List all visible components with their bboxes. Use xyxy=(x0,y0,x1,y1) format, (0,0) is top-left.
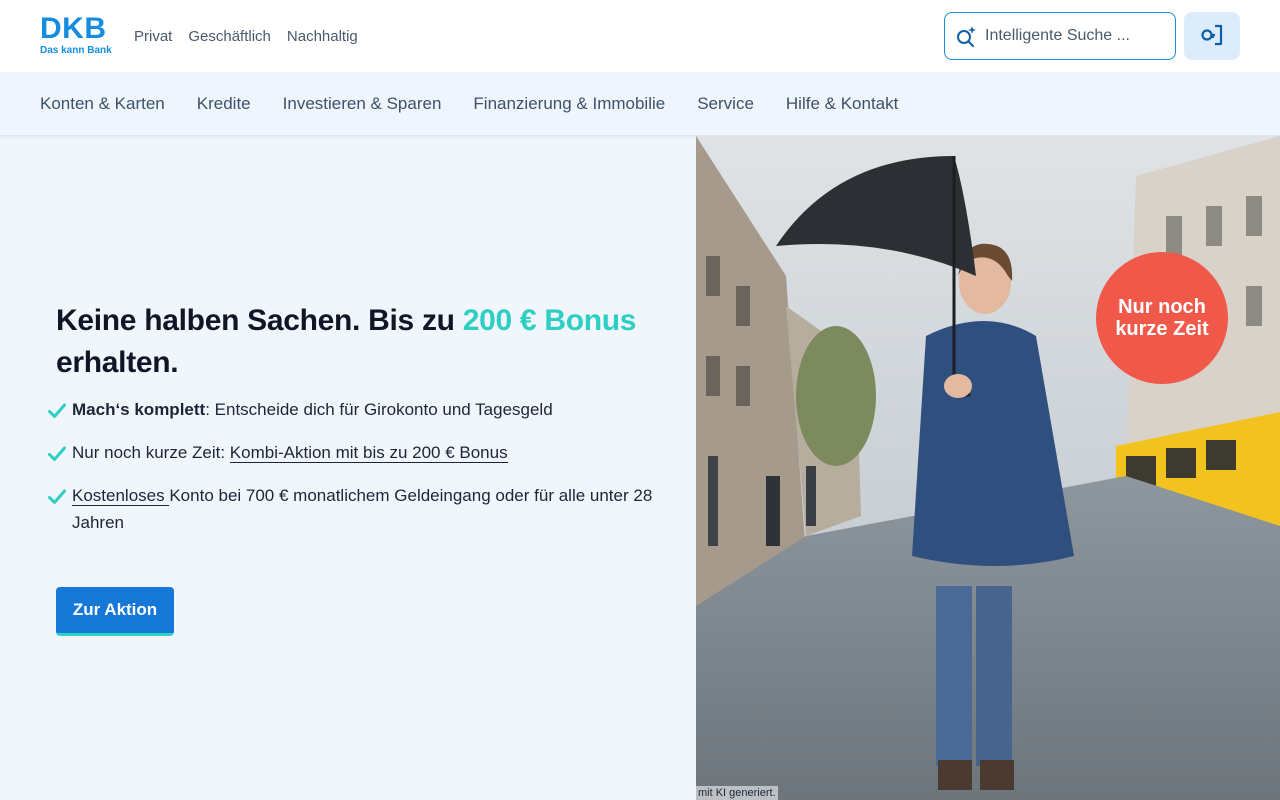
dkb-logo[interactable]: DKB Das kann Bank xyxy=(40,14,112,60)
segment-nachhaltig[interactable]: Nachhaltig xyxy=(287,27,358,47)
main-nav: Konten & Karten Kredite Investieren & Sp… xyxy=(0,72,1280,136)
nav-konten-karten[interactable]: Konten & Karten xyxy=(40,94,165,114)
list-item: Kostenloses Konto bei 700 € monatlichem … xyxy=(48,482,656,536)
nav-finanzierung-immobilie[interactable]: Finanzierung & Immobilie xyxy=(473,94,665,114)
check-icon xyxy=(48,486,66,504)
headline-text-end: erhalten. xyxy=(56,346,179,379)
zur-aktion-button[interactable]: Zur Aktion xyxy=(56,587,174,636)
check-icon xyxy=(48,443,66,461)
nav-hilfe-kontakt[interactable]: Hilfe & Kontakt xyxy=(786,94,898,114)
image-caption: mit KI generiert. xyxy=(696,786,778,800)
hero-headline: Keine halben Sachen. Bis zu 200 € Bonus … xyxy=(56,300,656,384)
badge-line-2: kurze Zeit xyxy=(1115,318,1209,340)
brand-name: DKB xyxy=(40,12,107,45)
badge-line-1: Nur noch xyxy=(1118,296,1206,318)
bullet-bold: Mach‘s komplett xyxy=(72,400,206,419)
list-item: Nur noch kurze Zeit: Kombi-Aktion mit bi… xyxy=(48,439,656,466)
segment-geschaeftlich[interactable]: Geschäftlich xyxy=(188,27,271,47)
nav-service[interactable]: Service xyxy=(697,94,754,114)
headline-accent: 200 € Bonus xyxy=(462,304,637,337)
headline-text: Keine halben Sachen. Bis zu xyxy=(56,304,463,337)
list-item: Mach‘s komplett: Entscheide dich für Gir… xyxy=(48,396,656,423)
search-input[interactable] xyxy=(985,27,1165,45)
sparkle-search-icon xyxy=(955,25,977,47)
nav-kredite[interactable]: Kredite xyxy=(197,94,251,114)
login-button[interactable] xyxy=(1184,12,1240,60)
top-header: DKB Das kann Bank Privat Geschäftlich Na… xyxy=(0,0,1280,72)
login-key-icon xyxy=(1199,22,1225,51)
bullet-text: Nur noch kurze Zeit: xyxy=(72,443,230,462)
brand-tagline: Das kann Bank xyxy=(40,45,112,56)
nav-investieren-sparen[interactable]: Investieren & Sparen xyxy=(283,94,442,114)
limited-time-badge: Nur noch kurze Zeit xyxy=(1096,252,1228,384)
check-icon xyxy=(48,400,66,418)
bullet-text: : Entscheide dich für Girokonto und Tage… xyxy=(205,400,553,419)
segment-nav: Privat Geschäftlich Nachhaltig xyxy=(134,27,358,47)
hero-image xyxy=(696,136,1280,800)
benefit-list: Mach‘s komplett: Entscheide dich für Gir… xyxy=(48,396,656,536)
search-box[interactable] xyxy=(944,12,1176,60)
kostenloses-link[interactable]: Kostenloses xyxy=(72,486,170,506)
segment-privat[interactable]: Privat xyxy=(134,27,172,47)
kombi-aktion-link[interactable]: Kombi-Aktion mit bis zu 200 € Bonus xyxy=(229,443,508,463)
hero-content: Keine halben Sachen. Bis zu 200 € Bonus … xyxy=(48,300,656,552)
